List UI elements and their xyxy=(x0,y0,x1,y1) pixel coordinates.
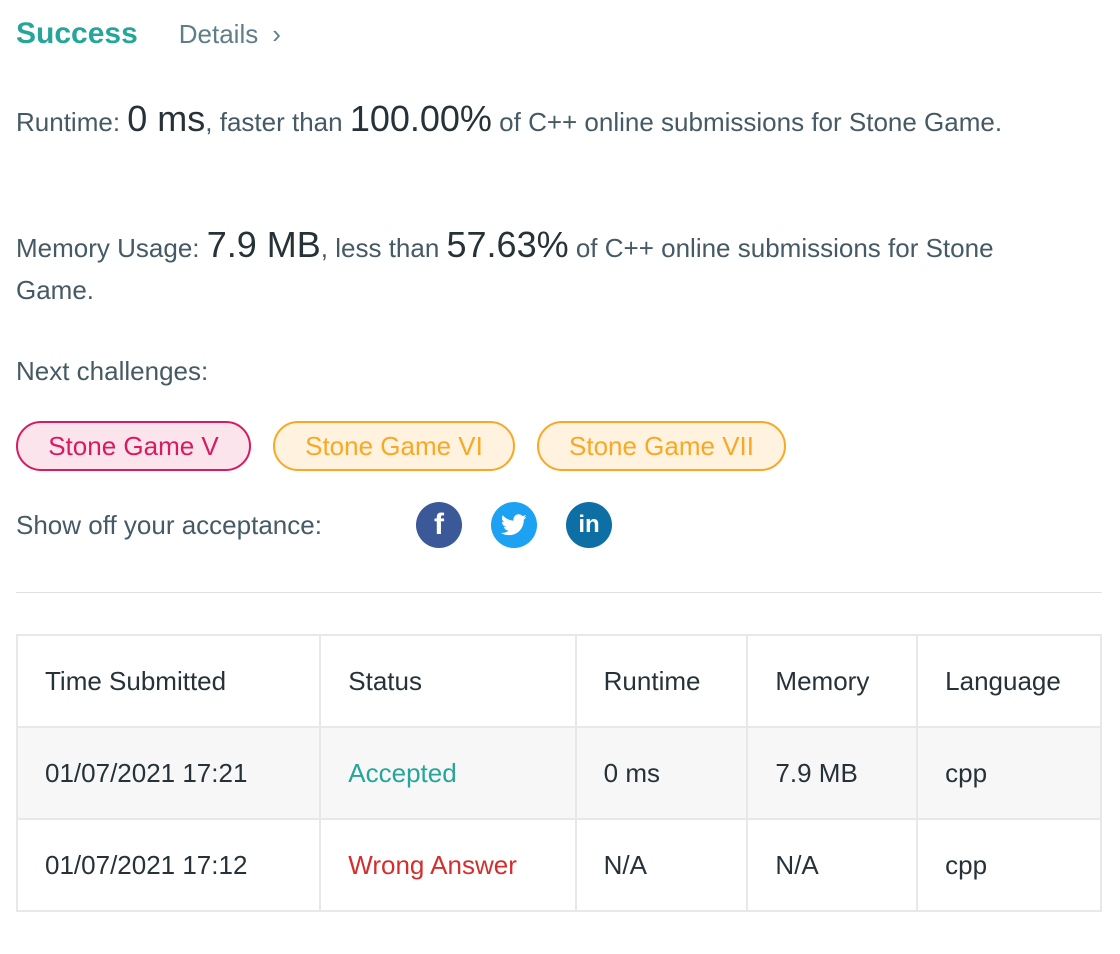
memory-value: 7.9 MB xyxy=(206,224,321,265)
next-challenges-list: Stone Game V Stone Game VI Stone Game VI… xyxy=(16,421,808,471)
table-header-row: Time Submitted Status Runtime Memory Lan… xyxy=(15,634,1102,728)
column-header-status: Status xyxy=(319,634,577,728)
divider xyxy=(16,592,1102,593)
twitter-bird-icon xyxy=(501,514,527,536)
twitter-icon[interactable] xyxy=(491,502,537,548)
runtime-summary: Runtime: 0 ms, faster than 100.00% of C+… xyxy=(16,98,1056,143)
chevron-right-icon: › xyxy=(272,18,281,49)
runtime-percent: 100.00% xyxy=(349,98,492,139)
cell-runtime: 0 ms xyxy=(574,726,749,820)
facebook-glyph: f xyxy=(434,508,444,541)
column-header-runtime: Runtime xyxy=(574,634,749,728)
cell-status-link[interactable]: Wrong Answer xyxy=(319,818,577,912)
column-header-language: Language xyxy=(916,634,1102,728)
column-header-memory: Memory xyxy=(746,634,919,728)
column-header-time: Time Submitted xyxy=(15,634,322,728)
cell-memory: N/A xyxy=(746,818,919,912)
cell-runtime: N/A xyxy=(574,818,749,912)
memory-prefix: Memory Usage: xyxy=(16,233,207,263)
runtime-suffix: of C++ online submissions for Stone Game… xyxy=(491,107,1003,137)
cell-memory: 7.9 MB xyxy=(746,726,919,820)
facebook-icon[interactable]: f xyxy=(416,502,462,548)
challenge-stone-game-vii[interactable]: Stone Game VII xyxy=(537,421,786,471)
result-header: Success Details › xyxy=(16,14,281,54)
submissions-table: Time Submitted Status Runtime Memory Lan… xyxy=(15,634,1102,912)
cell-status-link[interactable]: Accepted xyxy=(319,726,577,820)
cell-language: cpp xyxy=(916,818,1102,912)
cell-time: 01/07/2021 17:12 xyxy=(15,818,322,912)
runtime-prefix: Runtime: xyxy=(16,107,128,137)
share-row: Show off your acceptance: f in xyxy=(16,500,641,550)
cell-language: cpp xyxy=(916,726,1102,820)
details-link[interactable]: Details › xyxy=(179,19,281,50)
linkedin-icon[interactable]: in xyxy=(566,502,612,548)
memory-summary: Memory Usage: 7.9 MB, less than 57.63% o… xyxy=(16,224,1056,311)
share-label: Show off your acceptance: xyxy=(16,509,322,540)
details-label: Details xyxy=(178,18,259,49)
table-row: 01/07/2021 17:12 Wrong Answer N/A N/A cp… xyxy=(15,818,1102,912)
runtime-mid: , faster than xyxy=(205,107,350,137)
cell-time: 01/07/2021 17:21 xyxy=(15,726,322,820)
runtime-value: 0 ms xyxy=(127,98,206,139)
next-challenges-label: Next challenges: xyxy=(16,356,209,386)
table-row: 01/07/2021 17:21 Accepted 0 ms 7.9 MB cp… xyxy=(15,726,1102,820)
linkedin-glyph: in xyxy=(578,511,600,538)
challenge-stone-game-v[interactable]: Stone Game V xyxy=(16,421,251,471)
challenge-stone-game-vi[interactable]: Stone Game VI xyxy=(273,421,515,471)
memory-percent: 57.63% xyxy=(446,224,569,265)
memory-mid: , less than xyxy=(320,233,447,263)
result-status: Success xyxy=(16,17,138,50)
